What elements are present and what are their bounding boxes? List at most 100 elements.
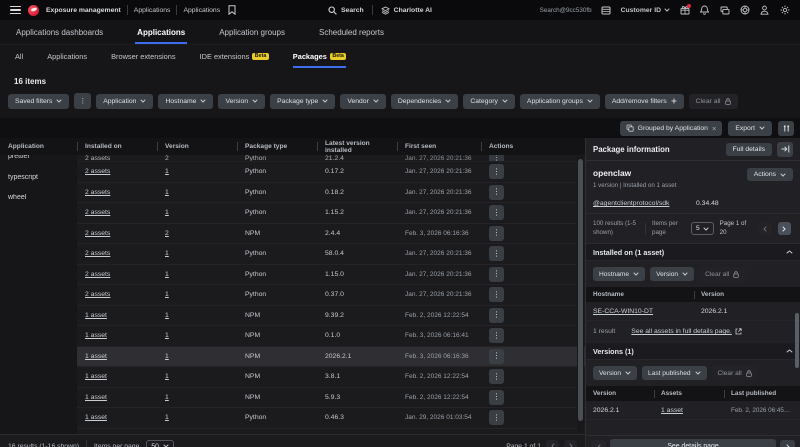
filter-chip[interactable]: Application bbox=[96, 94, 153, 109]
column-settings-button[interactable] bbox=[778, 121, 794, 136]
column-header-version[interactable]: Version bbox=[157, 138, 237, 155]
versions-section-header[interactable]: Versions (1) bbox=[586, 343, 800, 360]
installed-on-link[interactable]: 2 assets bbox=[85, 230, 110, 237]
support-icon[interactable] bbox=[739, 5, 750, 16]
filter-chip[interactable]: Version bbox=[218, 94, 265, 109]
version-link[interactable]: 2 bbox=[165, 155, 169, 162]
filter-more-button[interactable]: ⋮ bbox=[74, 93, 91, 109]
table-row[interactable]: setuptools 2 assets 1 Python 58.0.4 Jan.… bbox=[0, 244, 585, 265]
version-link[interactable]: 1 bbox=[165, 189, 169, 196]
settings-icon[interactable] bbox=[779, 5, 790, 16]
column-header-first-seen[interactable]: First seen bbox=[397, 138, 481, 155]
scrollbar-thumb[interactable] bbox=[578, 159, 583, 421]
installed-on-link[interactable]: 1 asset bbox=[85, 414, 107, 421]
tab-applications[interactable]: Applications bbox=[135, 20, 187, 44]
version-link[interactable]: 1 bbox=[165, 332, 169, 339]
column-header-latest-version[interactable]: Latest version installed bbox=[317, 138, 397, 155]
subtab-ide-extensions[interactable]: IDE extensionsBeta bbox=[200, 45, 269, 68]
version-link[interactable]: 1 bbox=[165, 373, 169, 380]
installed-on-link[interactable]: 1 asset bbox=[85, 353, 107, 360]
installed-on-link[interactable]: 1 asset bbox=[85, 332, 107, 339]
version-link[interactable]: 1 bbox=[165, 353, 169, 360]
installed-on-link[interactable]: 2 assets bbox=[85, 189, 110, 196]
see-all-assets-link[interactable]: See all assets in full details page. bbox=[631, 328, 732, 335]
version-link[interactable]: 1 bbox=[165, 271, 169, 278]
column-header-last-published[interactable]: Last published bbox=[724, 386, 800, 401]
dependency-page-size-select[interactable]: 5 bbox=[691, 222, 714, 235]
user-icon[interactable] bbox=[759, 5, 770, 16]
previous-page-button[interactable] bbox=[546, 440, 559, 447]
row-actions-button[interactable]: ⋮ bbox=[489, 287, 504, 302]
see-details-page-button[interactable]: See details page bbox=[610, 439, 776, 447]
table-row[interactable]: openclaw 1 asset 1 NPM 2026.2.1 Feb. 3, … bbox=[0, 347, 585, 368]
filter-chip[interactable]: Dependencies bbox=[391, 94, 458, 109]
installed-on-link[interactable]: 2 assets bbox=[85, 271, 110, 278]
menu-icon[interactable] bbox=[10, 6, 21, 15]
row-actions-button[interactable]: ⋮ bbox=[489, 155, 504, 162]
version-link[interactable]: 1 bbox=[165, 168, 169, 175]
clear-all-button[interactable]: Clear all bbox=[689, 94, 738, 109]
column-header-assets[interactable]: Assets bbox=[654, 386, 724, 401]
breadcrumb-page[interactable]: Applications bbox=[183, 7, 220, 14]
customer-id-dropdown[interactable]: Customer ID bbox=[621, 7, 670, 14]
subtab-browser-extensions[interactable]: Browser extensions bbox=[111, 45, 176, 68]
version-link[interactable]: 1 bbox=[165, 312, 169, 319]
dependency-link[interactable]: @agentclientprotocol/sdk bbox=[593, 200, 669, 207]
version-filter-chip[interactable]: Version bbox=[593, 366, 637, 380]
column-header-version[interactable]: Version bbox=[586, 386, 654, 401]
next-page-button[interactable] bbox=[564, 440, 577, 447]
gift-icon[interactable] bbox=[679, 5, 690, 16]
charlotte-ai-button[interactable]: Charlotte AI bbox=[381, 6, 432, 15]
breadcrumb-section[interactable]: Applications bbox=[134, 7, 171, 14]
column-header-installed-on[interactable]: Installed on bbox=[77, 138, 157, 155]
table-row[interactable]: prettier 1 asset 1 NPM 3.8.1 Feb. 2, 202… bbox=[0, 367, 585, 388]
modules-icon[interactable] bbox=[719, 5, 730, 16]
column-header-application[interactable]: Application bbox=[0, 138, 77, 155]
table-row[interactable]: eslint 1 asset 1 NPM 9.39.2 Feb. 2, 2026… bbox=[0, 306, 585, 327]
row-actions-button[interactable]: ⋮ bbox=[489, 390, 504, 405]
close-icon[interactable]: × bbox=[712, 124, 716, 133]
filter-chip[interactable]: Category bbox=[463, 94, 515, 109]
grouped-by-chip[interactable]: Grouped by Application × bbox=[620, 121, 723, 136]
table-row[interactable]: wheel 1 asset 1 Python 0.46.3 Jan. 29, 2… bbox=[0, 408, 585, 429]
version-filter-chip[interactable]: Version bbox=[650, 267, 694, 281]
row-actions-button[interactable]: ⋮ bbox=[489, 246, 504, 261]
table-row[interactable]: moltbot 1 asset 1 NPM 0.1.0 Feb. 3, 2026… bbox=[0, 326, 585, 347]
version-link[interactable]: 1 bbox=[165, 414, 169, 421]
installed-on-section-header[interactable]: Installed on (1 asset) bbox=[586, 244, 800, 261]
row-actions-button[interactable]: ⋮ bbox=[489, 164, 504, 179]
panel-previous-button[interactable] bbox=[591, 440, 606, 447]
installed-clear-all-button[interactable]: Clear all bbox=[699, 267, 745, 281]
hostname-filter-chip[interactable]: Hostname bbox=[593, 267, 645, 281]
column-header-package-type[interactable]: Package type bbox=[237, 138, 317, 155]
installed-on-link[interactable]: 2 assets bbox=[85, 168, 110, 175]
collapse-panel-button[interactable] bbox=[777, 142, 793, 157]
installed-on-link[interactable]: 2 assets bbox=[85, 291, 110, 298]
hostname-link[interactable]: SE-CCA-WIN10-DT bbox=[593, 308, 653, 315]
tab-application-groups[interactable]: Application groups bbox=[217, 20, 287, 44]
table-scrollbar[interactable] bbox=[577, 156, 584, 432]
subtab-all[interactable]: All bbox=[15, 45, 23, 68]
row-actions-button[interactable]: ⋮ bbox=[489, 267, 504, 282]
export-button[interactable]: Export bbox=[728, 121, 772, 136]
table-row[interactable]: six 2 assets 1 Python 1.15.0 Jan. 27, 20… bbox=[0, 265, 585, 286]
filter-chip[interactable]: Application groups bbox=[520, 94, 600, 109]
bell-icon[interactable] bbox=[699, 5, 710, 16]
row-actions-button[interactable]: ⋮ bbox=[489, 308, 504, 323]
last-published-filter-chip[interactable]: Last published bbox=[642, 366, 707, 380]
table-row[interactable]: future 2 assets 1 Python 0.18.2 Jan. 27,… bbox=[0, 183, 585, 204]
bookmark-icon[interactable] bbox=[226, 5, 237, 16]
versions-clear-all-button[interactable]: Clear all bbox=[712, 366, 758, 380]
column-header-hostname[interactable]: Hostname bbox=[586, 287, 694, 302]
subtab-applications[interactable]: Applications bbox=[47, 45, 87, 68]
installed-on-link[interactable]: 2 assets bbox=[85, 250, 110, 257]
add-remove-filters-button[interactable]: Add/remove filters bbox=[605, 94, 684, 109]
version-link[interactable]: 1 bbox=[165, 394, 169, 401]
row-actions-button[interactable]: ⋮ bbox=[489, 349, 504, 364]
row-actions-button[interactable]: ⋮ bbox=[489, 410, 504, 425]
panel-scrollbar-thumb[interactable] bbox=[795, 313, 799, 368]
row-actions-button[interactable]: ⋮ bbox=[489, 185, 504, 200]
version-link[interactable]: 1 bbox=[165, 250, 169, 257]
table-row[interactable]: n8n 2 assets 2 NPM 2.4.4 Feb. 3, 2026 06… bbox=[0, 224, 585, 245]
table-row[interactable]: typescript 1 asset 1 NPM 5.9.3 Feb. 2, 2… bbox=[0, 388, 585, 409]
